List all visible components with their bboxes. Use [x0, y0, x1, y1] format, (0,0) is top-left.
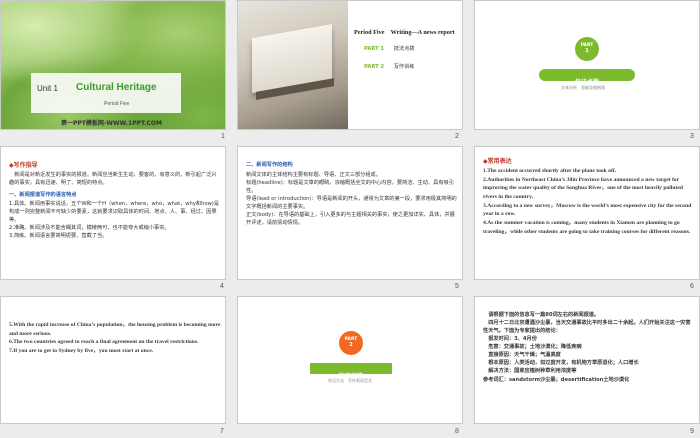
slide-number: 5: [455, 283, 459, 290]
slide-number: 3: [690, 133, 694, 140]
slide-2-thumbnail[interactable]: Period Five Writing—A news report PART 1…: [237, 0, 463, 130]
slide-title: Cultural Heritage: [76, 82, 157, 93]
footer-text: 第一PPT模板网-WWW.1PPT.COM: [61, 120, 162, 127]
slide-3-thumbnail[interactable]: PART 1 技法点拨 文体分析 思维导图梳理: [474, 0, 700, 130]
list-item: 新闻文体的主体结构主要有标题、导语、正文三部分组成。: [246, 172, 381, 178]
part-item-2: PART 2 写作训练: [364, 63, 414, 70]
slide-7-thumbnail[interactable]: 5.With the rapid increase of China’s pop…: [0, 296, 226, 424]
book-photo: [238, 1, 348, 129]
slide-number: 9: [690, 428, 694, 435]
intro-paragraph: 新闻是对新近发生的事实的报道。新闻应当新生生动、要客的、有意义的、新引起广泛兴趣…: [9, 172, 217, 187]
list-item: 1.具体。新闻用事实说话，五个W和一个H（when，where，who，what…: [9, 201, 220, 224]
list-item: 3.简练。新闻语言要简明扼要、直截了当。: [9, 233, 108, 240]
list-item: 4.As the summer vacation is coming，many …: [483, 219, 691, 235]
list-item: 3.According to a new survey，Moscow is th…: [483, 202, 692, 218]
slide-4-thumbnail[interactable]: ◆写作指导 新闻是对新近发生的事实的报道。新闻应当新生生动、要客的、有意义的、新…: [0, 146, 226, 280]
body-text: 1.The accident occurred shortly after th…: [483, 167, 695, 236]
body-text: 请根据下面的信息写一篇80词左右的新闻报道。 四月十二日北京遭遇沙尘暴，当天交通…: [483, 311, 695, 384]
slide-number: 6: [690, 283, 694, 290]
subheading: 一、新闻报道写作的语言特点: [9, 192, 77, 198]
slide-5-thumbnail[interactable]: 二、新闻写作的结构 新闻文体的主体结构主要有标题、导语、正文三部分组成。 标题(…: [237, 146, 463, 280]
section-heading: ◆常用表达: [483, 158, 512, 165]
slide-number: 8: [455, 428, 459, 435]
slide-number: 7: [220, 428, 224, 435]
banner-caption: 文体分析 思维导图梳理: [561, 85, 605, 90]
slide-number: 4: [220, 283, 224, 290]
slide-1-thumbnail[interactable]: Unit 1 Cultural Heritage Period Five 第一P…: [0, 0, 226, 130]
banner-caption: 牢记方法 写作表现范式: [328, 378, 372, 383]
section-banner: 技法点拨: [539, 69, 635, 86]
slide-8-thumbnail[interactable]: PART 2 写作训练 牢记方法 写作表现范式: [237, 296, 463, 424]
subheading: 二、新闻写作的结构: [246, 162, 293, 168]
list-item: 7.If you are to get to Sydney by five，yo…: [9, 347, 154, 354]
list-item: 参考词汇：sandstorm沙尘暴；desertification土地沙漠化: [483, 376, 630, 383]
unit-label: Unit 1: [37, 84, 58, 93]
list-item: 导语(lead or introduction)：导语是新闻的开头，通常为文章的…: [246, 196, 457, 211]
body-text: 1.具体。新闻用事实说话，五个W和一个H（when，where，who，what…: [9, 200, 221, 240]
section-banner: 写作训练: [310, 363, 392, 380]
list-item: 5.With the rapid increase of China’s pop…: [9, 322, 221, 337]
list-item: 请根据下面的信息写一篇80词左右的新闻报道。: [483, 312, 600, 318]
list-item: 报发时间：3、4月份: [483, 336, 537, 343]
part-title: 技法点拨: [393, 46, 415, 52]
list-item: 解决方法：国家应植树种草利用浓度等: [483, 368, 577, 375]
list-item: 正文(body)：在导语的基础上，引入更多的与主题相关的事实，使之更加详实、具体…: [246, 212, 455, 227]
body-text: 新闻文体的主体结构主要有标题、导语、正文三部分组成。 标题(headline)：…: [246, 171, 458, 227]
list-item: 危害：交通事故；土地沙漠化；降低疾病: [483, 344, 582, 351]
part-circle: PART 2: [339, 331, 363, 355]
slide-number: 2: [455, 133, 459, 140]
slide-6-thumbnail[interactable]: ◆常用表达 1.The accident occurred shortly af…: [474, 146, 700, 280]
slide-subtitle: Period Five: [104, 101, 130, 107]
slide-9-thumbnail[interactable]: 请根据下面的信息写一篇80词左右的新闻报道。 四月十二日北京遭遇沙尘暴，当天交通…: [474, 296, 700, 424]
slide-number: 1: [221, 133, 225, 140]
list-item: 四月十二日北京遭遇沙尘暴，当天交通事故比平时多出二十余起。人们开始关注这一灾害性…: [483, 320, 691, 335]
list-item: 2.Authorities in Northeast China’s Jilin…: [483, 176, 683, 200]
part-label: PART 2: [364, 64, 385, 70]
part-number: 1: [585, 48, 589, 54]
part-label: PART 1: [364, 46, 385, 52]
list-item: 标题(headline)：标题是文章的眼睛，浓缩概括全文的中心内容，要简洁、生动…: [246, 180, 454, 195]
part-number: 2: [349, 342, 353, 348]
part-title: 写作训练: [393, 64, 415, 70]
slide-title: Period Five Writing—A news report: [354, 29, 455, 36]
title-band: [31, 73, 181, 113]
body-text: 5.With the rapid increase of China’s pop…: [9, 321, 221, 356]
list-item: 直接原因：天气干燥；气温高度: [483, 352, 561, 359]
list-item: 2.准确。新闻涉及不能含糊其词，模棱两可，也不能夸大或缩小事实。: [9, 225, 170, 232]
part-circle: PART 1: [575, 37, 599, 61]
section-heading: ◆写作指导: [9, 162, 38, 169]
list-item: 根本原因：人类活动，如过度开发，有机物方草原退化；人口增长: [483, 360, 639, 367]
list-item: 6.The two countries agreed to reach a fi…: [9, 339, 199, 346]
list-item: 1.The accident occurred shortly after th…: [483, 168, 617, 174]
part-item-1: PART 1 技法点拨: [364, 45, 414, 52]
slide-sorter-grid: Unit 1 Cultural Heritage Period Five 第一P…: [0, 0, 700, 438]
